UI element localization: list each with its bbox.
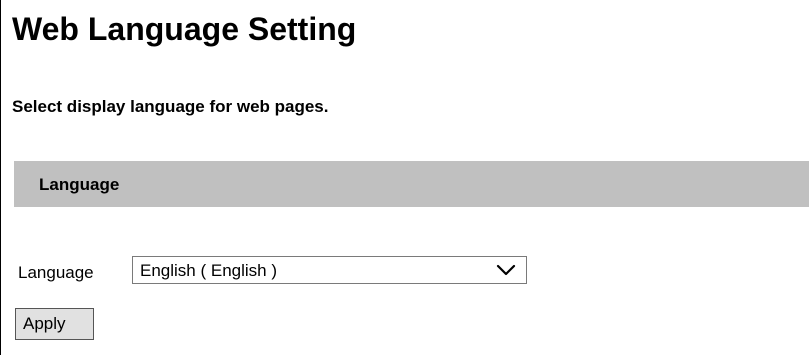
language-section-header: Language [14, 161, 809, 207]
page-description: Select display language for web pages. [12, 97, 329, 116]
page-frame: Web Language Setting Select display lang… [0, 0, 809, 355]
section-header-label: Language [39, 175, 120, 194]
language-field-label: Language [18, 263, 94, 282]
language-select-value: English ( English ) [140, 261, 278, 280]
language-select[interactable]: English ( English ) [132, 256, 527, 284]
chevron-down-icon [496, 264, 516, 276]
apply-button[interactable]: Apply [15, 308, 94, 340]
page-title: Web Language Setting [12, 11, 357, 47]
